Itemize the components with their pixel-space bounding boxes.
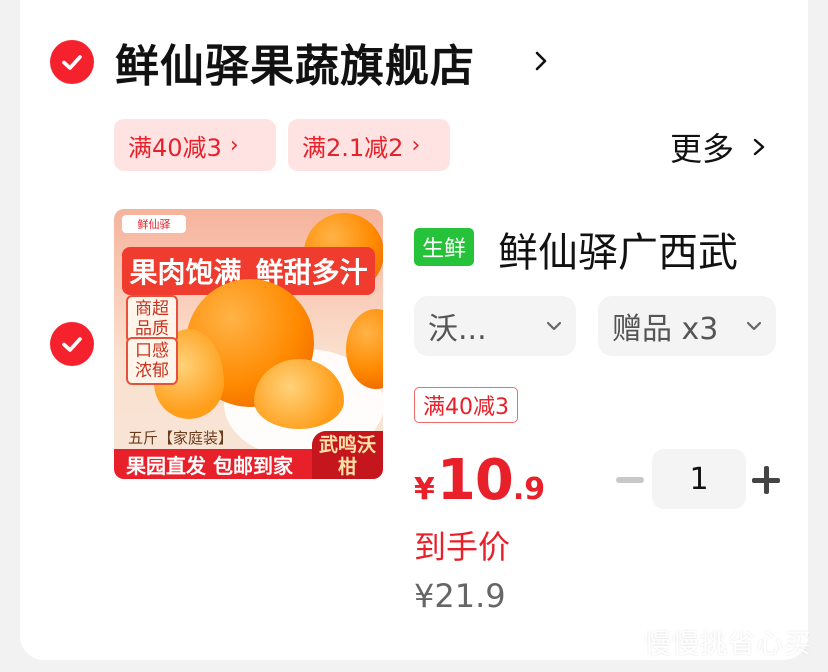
chevron-right-icon[interactable] bbox=[530, 48, 552, 74]
promo-tag: 满40减3 bbox=[414, 387, 518, 423]
more-label: 更多 bbox=[670, 130, 735, 168]
product-select-checkbox[interactable] bbox=[50, 322, 94, 366]
sku-variant-value: 沃... bbox=[428, 312, 487, 347]
sku-gift-value: 赠品 x3 bbox=[612, 312, 719, 347]
coupon-label: 满2.1减2 bbox=[302, 133, 404, 162]
product-image[interactable]: 鲜仙驿 果肉饱满 鲜甜多汁 商超品质 口感浓郁 五斤【家庭装】 果园直发 包邮到… bbox=[114, 209, 383, 479]
image-corner-label: 武鸣沃柑 bbox=[312, 431, 383, 479]
checkmark-icon bbox=[62, 337, 82, 352]
price-currency: ¥ bbox=[414, 472, 435, 507]
chevron-right-icon bbox=[753, 138, 765, 156]
coupon-label: 满40减3 bbox=[128, 133, 222, 162]
more-coupons-link[interactable]: 更多 bbox=[670, 124, 766, 170]
quantity-input[interactable]: 1 bbox=[652, 449, 746, 509]
price-decimal: .9 bbox=[512, 472, 546, 507]
store-select-checkbox[interactable] bbox=[50, 40, 94, 84]
final-price: ¥ 10 .9 bbox=[414, 448, 545, 513]
quantity-decrease-button[interactable] bbox=[616, 477, 644, 483]
price-integer: 10 bbox=[436, 448, 514, 513]
product-title[interactable]: 鲜仙驿广西武 bbox=[498, 220, 788, 278]
store-name[interactable]: 鲜仙驿果蔬旗舰店 bbox=[115, 30, 475, 94]
price-label: 到手价 bbox=[414, 528, 511, 566]
image-tag-taste: 口感浓郁 bbox=[126, 337, 178, 385]
chevron-down-icon bbox=[746, 321, 762, 331]
checkmark-icon bbox=[62, 55, 82, 70]
sku-gift-select[interactable]: 赠品 x3 bbox=[598, 296, 776, 356]
coupon-tag-2.1-2[interactable]: 满2.1减2 › bbox=[288, 119, 450, 171]
original-price: ¥21.9 bbox=[414, 577, 506, 615]
brand-logo: 鲜仙驿 bbox=[122, 215, 186, 233]
quantity-increase-button[interactable] bbox=[752, 466, 780, 494]
chevron-down-icon bbox=[546, 321, 562, 331]
fresh-badge: 生鲜 bbox=[414, 228, 475, 266]
sku-variant-select[interactable]: 沃... bbox=[414, 296, 576, 356]
image-package-text: 五斤【家庭装】 bbox=[128, 429, 234, 447]
coupon-tag-40-3[interactable]: 满40减3 › bbox=[114, 119, 276, 171]
watermark: 慢慢挑省心买 bbox=[644, 629, 812, 660]
chevron-right-icon: › bbox=[411, 132, 421, 158]
image-banner-bottom: 果园直发 包邮到家 bbox=[114, 449, 312, 479]
image-tag-quality: 商超品质 bbox=[126, 295, 178, 343]
chevron-right-icon: › bbox=[229, 132, 239, 158]
